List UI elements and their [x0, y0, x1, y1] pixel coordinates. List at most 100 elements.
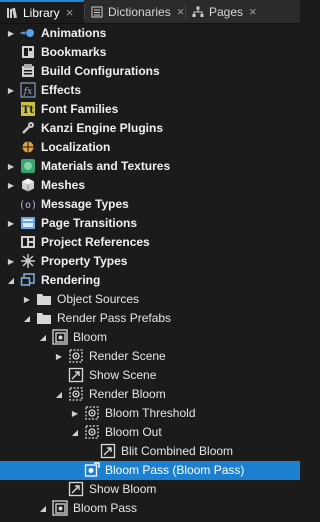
tree-row[interactable]: Show Scene [0, 366, 300, 385]
tab-close-icon[interactable]: × [177, 4, 185, 19]
dictionaries-icon [90, 5, 104, 19]
expand-arrow-icon[interactable]: ▶ [6, 24, 16, 43]
animations-icon [20, 25, 36, 41]
tree-row[interactable]: Show Bloom [0, 480, 300, 499]
page-transitions-icon [20, 215, 36, 231]
bookmarks-icon [20, 44, 36, 60]
tree-item-label: Bookmarks [41, 45, 107, 59]
tree-row[interactable]: ◢ Bloom Out [0, 423, 300, 442]
collapse-arrow-icon[interactable]: ◢ [6, 271, 16, 290]
tree-item-label: Property Types [41, 254, 128, 268]
render-pass-icon [68, 386, 84, 402]
tree-item-label: Localization [41, 140, 111, 154]
render-pass-icon [68, 348, 84, 364]
render-pass-prefab-icon [52, 329, 68, 345]
collapse-arrow-icon[interactable]: ◢ [70, 423, 80, 442]
expand-arrow-icon[interactable]: ▶ [6, 176, 16, 195]
blit-pass-icon [68, 367, 84, 383]
collapse-arrow-icon[interactable]: ◢ [38, 328, 48, 347]
render-pass-icon [84, 424, 100, 440]
tree-item-label: Object Sources [57, 292, 140, 306]
render-pass-icon [84, 405, 100, 421]
tree-item-label: Bloom Pass [73, 501, 138, 515]
tree-row[interactable]: ▶ Animations [0, 24, 300, 43]
tree-item-label: Message Types [41, 197, 129, 211]
tree-item-label: Build Configurations [41, 64, 160, 78]
tree-row[interactable]: ▶ fx Effects [0, 81, 300, 100]
collapse-arrow-icon[interactable]: ◢ [54, 385, 64, 404]
tree-item-label: Render Scene [89, 349, 166, 363]
blit-pass-icon [100, 443, 116, 459]
folder-icon [36, 310, 52, 326]
tree-row[interactable]: ◢ Render Bloom [0, 385, 300, 404]
effects-icon: fx [20, 82, 36, 98]
localization-icon [20, 139, 36, 155]
tree-item-label: Show Scene [89, 368, 157, 382]
tree-item-label: Render Pass Prefabs [57, 311, 172, 325]
font-families-icon: Tt [20, 101, 36, 117]
tree-item-label: Rendering [41, 273, 101, 287]
tree-row[interactable]: ▶ Render Scene [0, 347, 300, 366]
tab-pages[interactable]: Pages × [186, 0, 260, 23]
expand-arrow-icon[interactable]: ▶ [6, 157, 16, 176]
tree-row[interactable]: Bookmarks [0, 43, 300, 62]
tab-label: Library [23, 5, 60, 20]
tree-row[interactable]: Build Configurations [0, 62, 300, 81]
tree-row[interactable]: (o) Message Types [0, 195, 300, 214]
rendering-icon [20, 272, 36, 288]
tree-row[interactable]: Blit Combined Bloom [0, 442, 300, 461]
materials-icon [20, 158, 36, 174]
tree-row[interactable]: ◢ Bloom [0, 328, 300, 347]
tree-item-label: Bloom Pass (Bloom Pass) [105, 463, 245, 477]
tree-item-label: Blit Combined Bloom [121, 444, 234, 458]
project-references-icon [20, 234, 36, 250]
tree-row[interactable]: Bloom Pass (Bloom Pass) [0, 461, 300, 480]
tree-row[interactable]: ▶ Object Sources [0, 290, 300, 309]
tree-item-label: Kanzi Engine Plugins [41, 121, 164, 135]
tab-library[interactable]: Library × [0, 0, 84, 23]
tree-item-label: Bloom [73, 330, 108, 344]
message-types-icon: (o) [20, 196, 36, 212]
tree-row[interactable]: ▶ Bloom Threshold [0, 404, 300, 423]
bloom-pass-icon [84, 462, 100, 478]
tree-row[interactable]: ▶ Property Types [0, 252, 300, 271]
collapse-arrow-icon[interactable]: ◢ [38, 499, 48, 518]
property-types-icon [20, 253, 36, 269]
expand-arrow-icon[interactable]: ▶ [70, 404, 80, 423]
tree-row[interactable]: ▶ Page Transitions [0, 214, 300, 233]
tree-row[interactable]: ◢ Rendering [0, 271, 300, 290]
tree-row[interactable]: Tt Font Families [0, 100, 300, 119]
tree-row[interactable]: Localization [0, 138, 300, 157]
tree-item-label: Bloom Out [105, 425, 162, 439]
tree-item-label: Effects [41, 83, 82, 97]
tree-row[interactable]: Kanzi Engine Plugins [0, 119, 300, 138]
tree-row[interactable]: ▶ Materials and Textures [0, 157, 300, 176]
library-tree: ▶ Animations Bookmarks Build Configurations… [0, 24, 300, 522]
plugins-icon [20, 120, 36, 136]
collapse-arrow-icon[interactable]: ◢ [22, 309, 32, 328]
expand-arrow-icon[interactable]: ▶ [54, 347, 64, 366]
blit-pass-icon [68, 481, 84, 497]
tree-item-label: Bloom Threshold [105, 406, 196, 420]
tab-dictionaries[interactable]: Dictionaries × [85, 0, 185, 23]
svg-text:(o): (o) [20, 200, 36, 211]
tree-row[interactable]: ▶ Meshes [0, 176, 300, 195]
folder-icon [36, 291, 52, 307]
tree-item-label: Show Bloom [89, 482, 157, 496]
tab-close-icon[interactable]: × [249, 4, 257, 19]
svg-text:fx: fx [23, 87, 32, 97]
library-icon [5, 6, 19, 20]
tree-row[interactable]: Project References [0, 233, 300, 252]
expand-arrow-icon[interactable]: ▶ [6, 252, 16, 271]
svg-text:Tt: Tt [22, 105, 34, 116]
tab-close-icon[interactable]: × [66, 5, 74, 20]
tree-row[interactable]: ◢ Bloom Pass [0, 499, 300, 518]
expand-arrow-icon[interactable]: ▶ [6, 81, 16, 100]
expand-arrow-icon[interactable]: ▶ [22, 290, 32, 309]
expand-arrow-icon[interactable]: ▶ [6, 214, 16, 233]
tree-item-label: Animations [41, 26, 107, 40]
tree-item-label: Render Bloom [89, 387, 166, 401]
tree-item-label: Meshes [41, 178, 86, 192]
tree-row[interactable]: ◢ Render Pass Prefabs [0, 309, 300, 328]
build-configurations-icon [20, 63, 36, 79]
